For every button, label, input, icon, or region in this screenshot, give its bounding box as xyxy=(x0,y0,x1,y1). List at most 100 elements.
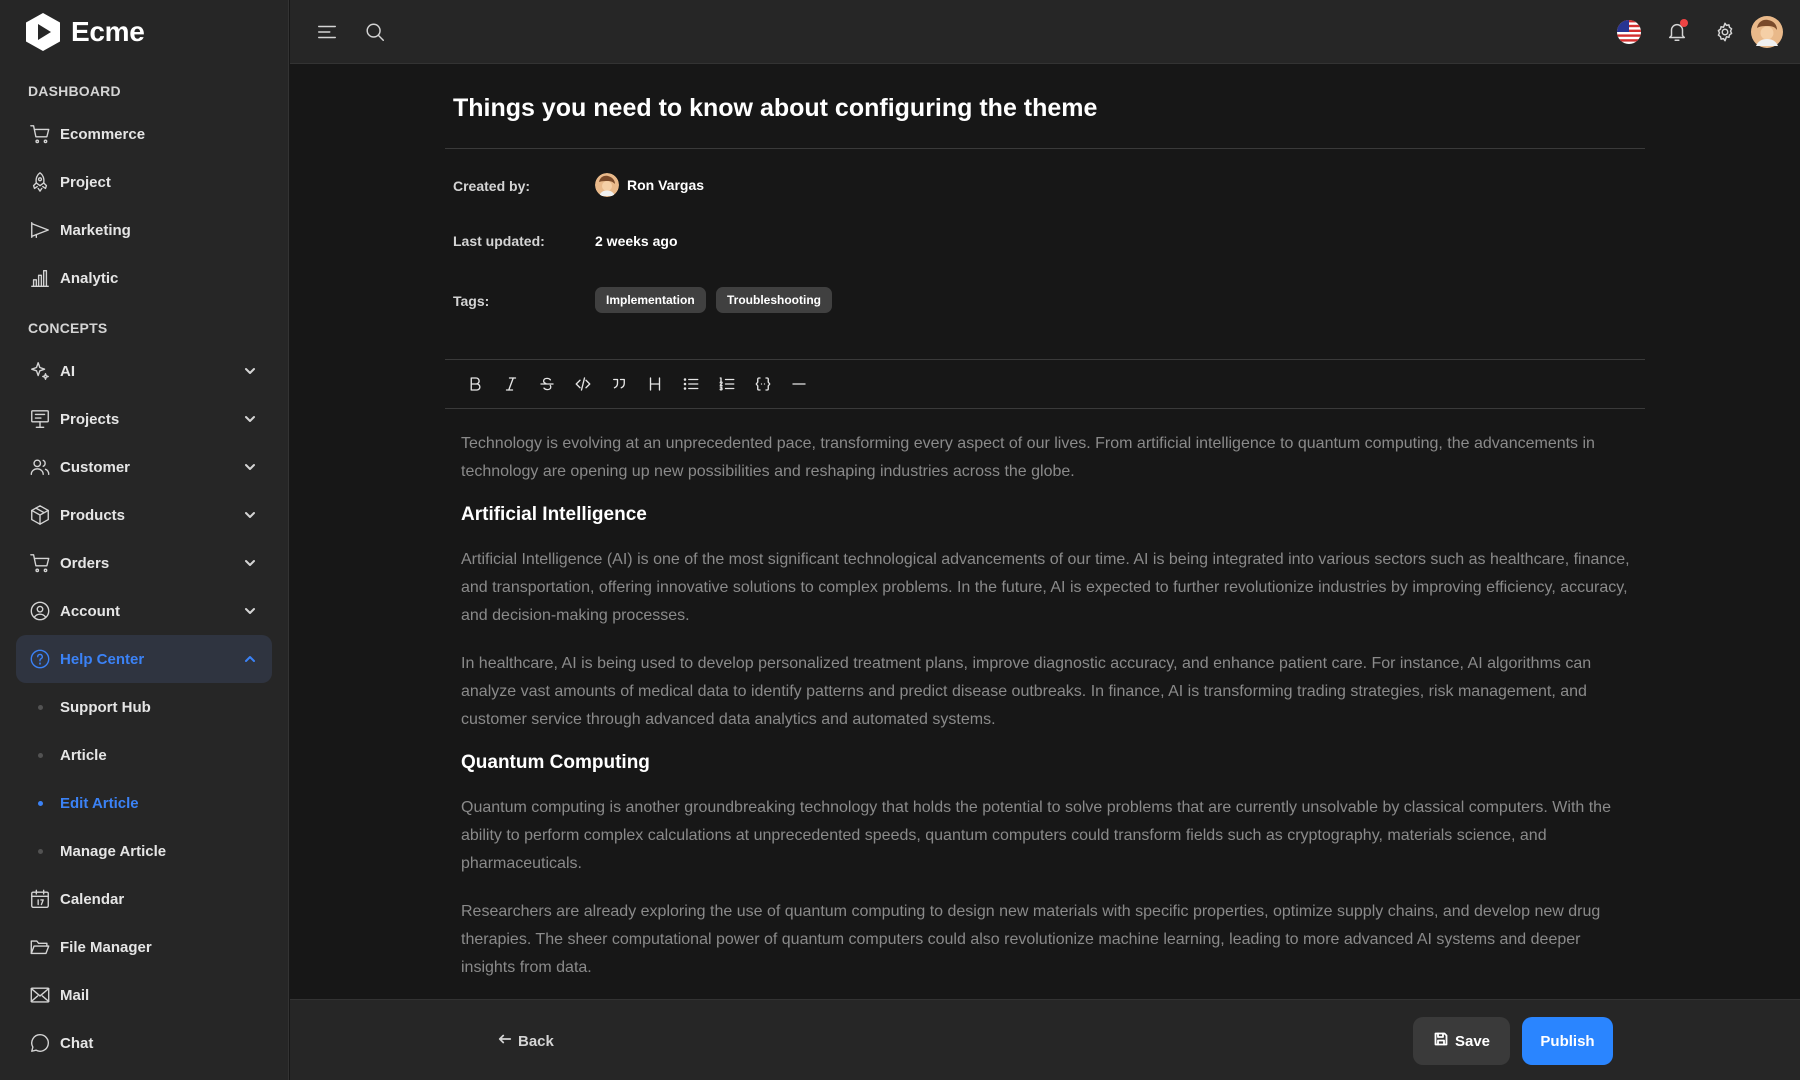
save-button[interactable]: Save xyxy=(1413,1017,1510,1065)
last-updated-label: Last updated: xyxy=(453,233,545,249)
paragraph-ai-2: In healthcare, AI is being used to devel… xyxy=(461,655,1592,728)
sidebar-item-label: Projects xyxy=(60,410,120,428)
chevron-down-icon xyxy=(242,555,258,571)
bold-icon[interactable] xyxy=(457,366,493,402)
author: Ron Vargas xyxy=(595,173,704,197)
back-button[interactable]: Back xyxy=(498,1032,554,1050)
author-name: Ron Vargas xyxy=(627,177,705,193)
editor-footer: Back Save Publish xyxy=(290,999,1800,1080)
sidebar-subitem-label: Support Hub xyxy=(60,698,151,716)
chevron-down-icon xyxy=(242,363,258,379)
bullet-dot xyxy=(38,849,43,854)
article-editor: Things you need to know about configurin… xyxy=(290,64,1800,1000)
menu-toggle-icon[interactable] xyxy=(314,19,340,45)
chevron-down-icon xyxy=(242,507,258,523)
tag-implementation[interactable]: Implementation xyxy=(595,287,706,313)
top-bar xyxy=(290,0,1800,64)
sidebar-item-label: Analytic xyxy=(60,269,119,287)
heading-ai: Artificial Intelligence xyxy=(461,504,647,525)
sidebar-item-analytic[interactable]: Analytic xyxy=(16,254,272,302)
sidebar-item-label: Products xyxy=(60,506,126,524)
horizontal-rule-icon[interactable] xyxy=(781,366,817,402)
author-avatar xyxy=(595,173,619,197)
sidebar-subitem-label: Edit Article xyxy=(60,794,139,812)
heading-quantum: Quantum Computing xyxy=(461,752,650,773)
sidebar-item-customer[interactable]: Customer xyxy=(16,443,272,491)
italic-icon[interactable] xyxy=(493,366,529,402)
paragraph-quantum-2: Researchers are already exploring the us… xyxy=(461,903,1601,976)
code-block-icon[interactable] xyxy=(745,366,781,402)
sidebar-item-label: Calendar xyxy=(60,890,125,908)
notification-dot xyxy=(1680,19,1688,27)
chevron-down-icon xyxy=(242,603,258,619)
sidebar-item-help-center[interactable]: Help Center xyxy=(16,635,272,683)
bell-icon[interactable] xyxy=(1663,18,1691,46)
sidebar-item-label: Ecommerce xyxy=(60,125,146,143)
sidebar-item-label: Account xyxy=(60,602,120,620)
sidebar-item-products[interactable]: Products xyxy=(16,491,272,539)
divider xyxy=(445,408,1645,409)
article-title[interactable]: Things you need to know about configurin… xyxy=(453,94,1097,123)
sidebar-item-label: File Manager xyxy=(60,938,152,956)
sidebar-item-label: AI xyxy=(60,362,75,380)
ordered-list-icon[interactable] xyxy=(709,366,745,402)
heading-icon[interactable] xyxy=(637,366,673,402)
bullet-dot xyxy=(38,753,43,758)
save-label: Save xyxy=(1454,1032,1491,1050)
logo-icon xyxy=(26,13,60,51)
cart-icon xyxy=(28,551,52,575)
user-avatar[interactable] xyxy=(1751,16,1783,48)
arrow-left-icon xyxy=(498,1032,512,1050)
box-icon xyxy=(28,503,52,527)
sidebar-item-label: Orders xyxy=(60,554,110,572)
bullet-dot xyxy=(38,705,43,710)
last-updated-text: 2 weeks ago xyxy=(595,233,678,249)
sidebar-item-label: Chat xyxy=(60,1034,94,1052)
sidebar-subitem-support-hub[interactable]: Support Hub xyxy=(16,683,272,731)
publish-button[interactable]: Publish xyxy=(1522,1017,1613,1065)
sidebar: Ecme DASHBOARD Ecommerce Project Marketi… xyxy=(0,0,289,1080)
chevron-down-icon xyxy=(242,411,258,427)
paragraph-intro: Technology is evolving at an unprecedent… xyxy=(461,435,1595,480)
calendar-icon xyxy=(28,887,52,911)
last-updated-value: 2 weeks ago xyxy=(595,233,678,249)
section-label-concepts: CONCEPTS xyxy=(28,320,108,336)
article-body[interactable]: Technology is evolving at an unprecedent… xyxy=(461,430,1631,1000)
us-flag-icon[interactable] xyxy=(1615,18,1643,46)
sidebar-item-label: Mail xyxy=(60,986,90,1004)
sidebar-subitem-label: Article xyxy=(60,746,107,764)
users-icon xyxy=(28,455,52,479)
bullet-list-icon[interactable] xyxy=(673,366,709,402)
sidebar-subitem-edit-article[interactable]: Edit Article xyxy=(16,779,272,827)
sidebar-item-orders[interactable]: Orders xyxy=(16,539,272,587)
app-name: Ecme xyxy=(71,16,145,47)
sidebar-item-marketing[interactable]: Marketing xyxy=(16,206,272,254)
sidebar-subitem-article[interactable]: Article xyxy=(16,731,272,779)
sidebar-item-projects[interactable]: Projects xyxy=(16,395,272,443)
search-icon[interactable] xyxy=(362,19,388,45)
sidebar-item-project[interactable]: Project xyxy=(16,158,272,206)
sidebar-item-file-manager[interactable]: File Manager xyxy=(16,923,272,971)
sidebar-item-ai[interactable]: AI xyxy=(16,347,272,395)
bar-chart-icon xyxy=(28,266,52,290)
strikethrough-icon[interactable] xyxy=(529,366,565,402)
sidebar-item-chat[interactable]: Chat xyxy=(16,1019,272,1067)
sidebar-item-ecommerce[interactable]: Ecommerce xyxy=(16,110,272,158)
sidebar-item-label: Project xyxy=(60,173,111,191)
sidebar-subitem-manage-article[interactable]: Manage Article xyxy=(16,827,272,875)
mail-icon xyxy=(28,983,52,1007)
tag-troubleshooting[interactable]: Troubleshooting xyxy=(716,287,832,313)
quote-icon[interactable] xyxy=(601,366,637,402)
sidebar-item-label: Help Center xyxy=(60,650,145,668)
save-icon xyxy=(1433,1031,1449,1051)
rocket-icon xyxy=(28,170,52,194)
sidebar-item-mail[interactable]: Mail xyxy=(16,971,272,1019)
megaphone-icon xyxy=(28,218,52,242)
editor-toolbar xyxy=(445,360,1645,408)
back-label: Back xyxy=(518,1032,554,1050)
gear-icon[interactable] xyxy=(1711,18,1739,46)
sidebar-item-account[interactable]: Account xyxy=(16,587,272,635)
sidebar-item-calendar[interactable]: Calendar xyxy=(16,875,272,923)
app-logo[interactable]: Ecme xyxy=(24,12,145,52)
code-icon[interactable] xyxy=(565,366,601,402)
